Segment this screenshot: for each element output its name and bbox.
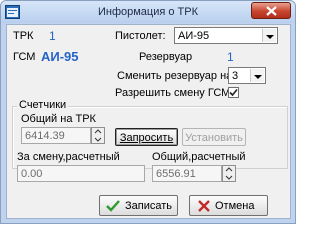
calculator-icon xyxy=(94,129,102,142)
pistol-select[interactable]: АИ-95 xyxy=(174,27,278,44)
change-reservoir-label: Сменить резервуар на xyxy=(117,70,233,82)
checkmark-icon xyxy=(106,200,120,212)
change-reservoir-select[interactable]: 3 xyxy=(228,67,266,84)
cancel-button-label: Отмена xyxy=(215,200,255,212)
total-trk-field[interactable]: 6414.39 xyxy=(21,127,91,144)
chevron-down-icon[interactable] xyxy=(262,29,276,42)
close-icon xyxy=(198,200,210,212)
set-button[interactable]: Установить xyxy=(182,128,246,146)
dialog-window: Информация о ТРК ТРК 1 Пистолет: АИ-95 Г… xyxy=(0,0,296,224)
save-button[interactable]: Записать xyxy=(99,195,178,216)
gsm-label: ГСМ xyxy=(13,51,36,63)
calculator-icon xyxy=(225,167,233,180)
total-calc-value: 6556.91 xyxy=(156,168,196,180)
total-trk-value: 6414.39 xyxy=(25,130,65,142)
cancel-button[interactable]: Отмена xyxy=(189,195,268,216)
total-calc-label: Общий,расчетный xyxy=(152,151,246,163)
allow-gsm-change-checkbox[interactable] xyxy=(228,87,239,98)
total-calc-field[interactable]: 6556.91 xyxy=(152,165,222,182)
set-button-label: Установить xyxy=(185,132,243,144)
pistol-label: Пистолет: xyxy=(115,30,166,42)
reservoir-label: Резервуар xyxy=(139,51,193,63)
trk-value: 1 xyxy=(49,29,56,43)
shift-calc-value: 0.00 xyxy=(21,168,43,180)
request-button-label: Запросить xyxy=(119,132,174,144)
chevron-down-icon[interactable] xyxy=(250,69,264,82)
close-button[interactable] xyxy=(251,2,291,19)
dialog-body: ТРК 1 Пистолет: АИ-95 ГСМ АИ-95 Резервуа… xyxy=(6,24,291,219)
gsm-value: АИ-95 xyxy=(41,49,79,64)
title-bar[interactable]: Информация о ТРК xyxy=(1,1,295,23)
request-button[interactable]: Запросить xyxy=(115,128,178,146)
shift-calc-label: За смену,расчетный xyxy=(17,151,120,163)
close-icon xyxy=(266,6,277,16)
total-trk-label: Общий на ТРК xyxy=(21,113,96,125)
shift-calc-field[interactable]: 0.00 xyxy=(17,165,145,182)
pistol-select-value: АИ-95 xyxy=(178,30,210,42)
total-calc-calc-button[interactable] xyxy=(222,165,236,182)
allow-gsm-change-label: Разрешить смену ГСМ xyxy=(115,87,231,99)
save-button-label: Записать xyxy=(125,200,173,212)
trk-label: ТРК xyxy=(13,30,34,42)
reservoir-value: 1 xyxy=(227,50,234,64)
total-trk-calc-button[interactable] xyxy=(91,127,105,144)
counters-legend: Счетчики xyxy=(17,99,69,111)
change-reservoir-value: 3 xyxy=(232,70,239,82)
